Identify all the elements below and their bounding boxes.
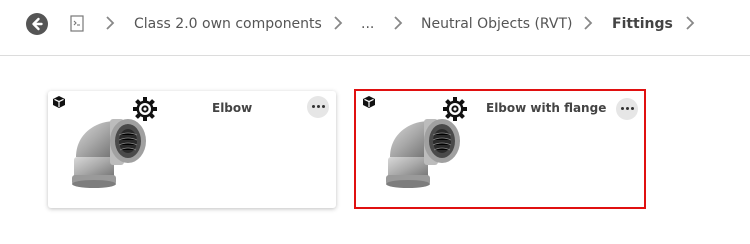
document-icon[interactable] <box>70 15 84 32</box>
chevron-right-icon <box>584 16 593 30</box>
breadcrumb-item-ellipsis[interactable]: ... <box>361 15 374 33</box>
more-options-button[interactable] <box>307 96 329 118</box>
chevron-right-icon <box>394 16 403 30</box>
elbow-fitting-image[interactable] <box>384 113 462 189</box>
chevron-right-icon <box>106 16 115 30</box>
card-title: Elbow with flange <box>486 101 607 115</box>
cube-icon <box>53 96 65 108</box>
chevron-right-icon[interactable] <box>685 16 695 30</box>
elbow-fitting-image[interactable] <box>70 113 148 189</box>
back-arrow-icon <box>32 17 43 31</box>
breadcrumb: Class 2.0 own components ... Neutral Obj… <box>0 0 750 56</box>
breadcrumb-item-neutral-objects[interactable]: Neutral Objects (RVT) <box>421 15 572 33</box>
component-card-elbow-with-flange[interactable]: Elbow with flange <box>354 89 646 209</box>
more-options-button[interactable] <box>616 98 638 120</box>
cube-icon <box>363 96 375 108</box>
back-button[interactable] <box>26 13 48 35</box>
card-title: Elbow <box>212 101 253 115</box>
breadcrumb-item-fittings: Fittings <box>612 16 673 32</box>
chevron-right-icon <box>334 16 343 30</box>
breadcrumb-item-class-2-own-components[interactable]: Class 2.0 own components <box>134 15 322 33</box>
component-card-elbow[interactable]: Elbow <box>48 91 336 208</box>
